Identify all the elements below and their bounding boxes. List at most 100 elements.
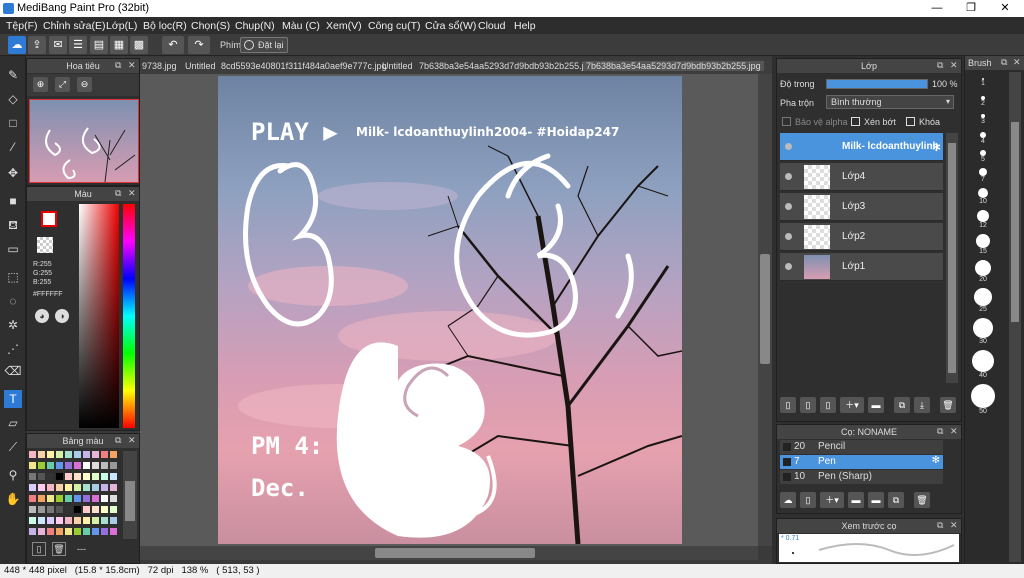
color-saturation-box[interactable] <box>79 204 119 428</box>
menu-capture[interactable]: Chụp(N) <box>235 20 275 32</box>
tab-5[interactable]: 7b638ba3e54aa5293d7d9bdb93b2b255.jpg <box>419 61 594 71</box>
palette-swatch[interactable] <box>74 495 81 502</box>
palette-swatch[interactable] <box>92 473 99 480</box>
palette-swatch[interactable] <box>110 506 117 513</box>
palette-swatch[interactable] <box>65 473 72 480</box>
menu-select[interactable]: Chọn(S) <box>191 20 230 32</box>
palette-swatch[interactable] <box>74 506 81 513</box>
palette-swatch[interactable] <box>38 506 45 513</box>
brush-size-option[interactable]: 1 <box>968 78 998 87</box>
divide-tool-icon[interactable]: ⟋ <box>4 438 22 456</box>
palette-swatch[interactable] <box>83 517 90 524</box>
duplicate-brush-icon[interactable]: ⧉ <box>888 492 904 508</box>
grid-icon[interactable]: ▩ <box>130 36 148 54</box>
hand-tool-icon[interactable]: ✋ <box>4 490 22 508</box>
brush-folder2-icon[interactable]: ▬ <box>868 492 884 508</box>
menu-tools[interactable]: Công cụ(T) <box>368 20 421 32</box>
zoom-in-icon[interactable]: ⊕ <box>33 77 48 92</box>
palette-swatch[interactable] <box>56 484 63 491</box>
palette-swatch[interactable] <box>74 473 81 480</box>
palette-swatch[interactable] <box>92 506 99 513</box>
cloud-icon[interactable]: ☁ <box>8 36 26 54</box>
palette-swatch[interactable] <box>29 517 36 524</box>
new-brush-icon[interactable]: ▯ <box>800 492 816 508</box>
brush-size-option[interactable]: 15 <box>968 234 998 255</box>
brush-cloud-icon[interactable]: ☁ <box>780 492 796 508</box>
palette-swatch[interactable] <box>101 495 108 502</box>
menu-file[interactable]: Tệp(F) <box>6 20 38 32</box>
brush-size-option[interactable]: 20 <box>968 260 998 283</box>
gear-icon[interactable]: ✻ <box>932 455 940 466</box>
palette-swatch[interactable] <box>47 528 54 535</box>
palette-swatch[interactable] <box>74 484 81 491</box>
reset-button[interactable]: Đặt lại <box>240 37 288 53</box>
layer-scroll-thumb[interactable] <box>948 143 956 373</box>
palette-swatch[interactable] <box>38 517 45 524</box>
brush-undock-icon[interactable]: ⧉ <box>937 426 943 437</box>
hue-slider[interactable] <box>123 204 135 428</box>
opacity-slider[interactable] <box>826 79 928 89</box>
layer-row[interactable]: Lớp3 <box>780 193 943 221</box>
palette-swatch[interactable] <box>83 528 90 535</box>
add-brush-menu-icon[interactable]: ＋▾ <box>820 492 844 508</box>
palette-swatch[interactable] <box>47 451 54 458</box>
tab-3[interactable]: 8cd5593e40801f311f484a0aef9e777c.jpg <box>221 61 387 71</box>
close-button[interactable]: ✕ <box>988 0 1022 17</box>
artwork-canvas[interactable]: PLAY ▶ Milk- lcdoanthuylinh2004- #Hoidap… <box>218 76 682 544</box>
visibility-icon[interactable] <box>785 173 792 180</box>
main-color-swatch[interactable] <box>41 211 57 227</box>
palette-swatch[interactable] <box>56 517 63 524</box>
preview-undock-icon[interactable]: ⧉ <box>937 520 943 531</box>
tab-2[interactable]: Untitled <box>185 61 216 71</box>
brush-size-option[interactable]: 25 <box>968 288 998 313</box>
gradient-tool-icon[interactable]: ▭ <box>4 240 22 258</box>
document-icon[interactable]: ▤ <box>90 36 108 54</box>
chat-icon[interactable]: ☰ <box>69 36 87 54</box>
preview-close-icon[interactable]: ✕ <box>950 520 958 531</box>
magic-wand-icon[interactable]: ✲ <box>4 316 22 334</box>
brush-size-option[interactable]: 30 <box>968 318 998 345</box>
undo-icon[interactable]: ↶ <box>162 36 184 54</box>
palette-swatch[interactable] <box>56 506 63 513</box>
size-undock-icon[interactable]: ⧉ <box>1001 57 1007 68</box>
palette-swatch[interactable] <box>65 528 72 535</box>
palette-swatch[interactable] <box>83 506 90 513</box>
visibility-icon[interactable] <box>785 143 792 150</box>
palette-swatch[interactable] <box>83 484 90 491</box>
brush-size-option[interactable]: 2 <box>968 96 998 107</box>
palette-swatch[interactable] <box>101 517 108 524</box>
palette-icon[interactable]: ◕ <box>35 309 49 323</box>
menu-filter[interactable]: Bộ lọc(R) <box>143 20 187 32</box>
new-layer-icon[interactable]: ▯ <box>780 397 796 413</box>
share-icon[interactable]: ⇪ <box>28 36 46 54</box>
layer-row[interactable]: Lớp4 <box>780 163 943 191</box>
zoom-out-icon[interactable]: ⊖ <box>77 77 92 92</box>
palette-swatch[interactable] <box>56 451 63 458</box>
brush-row-selected[interactable]: 7 Pen ✻ <box>780 455 943 469</box>
visibility-icon[interactable] <box>785 203 792 210</box>
frame-tool-icon[interactable]: ▱ <box>4 414 22 432</box>
menu-cloud[interactable]: Cloud <box>478 20 505 32</box>
palette-swatch[interactable] <box>92 462 99 469</box>
palette-undock-icon[interactable]: ⧉ <box>115 435 121 446</box>
palette-swatch[interactable] <box>110 473 117 480</box>
visibility-icon[interactable] <box>785 233 792 240</box>
palette-swatch[interactable] <box>38 462 45 469</box>
palette-swatch[interactable] <box>110 451 117 458</box>
folder-icon[interactable]: ▬ <box>868 397 884 413</box>
palette-swatch[interactable] <box>101 506 108 513</box>
size-close-icon[interactable]: ✕ <box>1013 57 1021 68</box>
panel-undock-icon[interactable]: ⧉ <box>115 60 121 71</box>
horizontal-scrollbar[interactable] <box>140 546 758 560</box>
palette-swatch[interactable] <box>110 462 117 469</box>
move-tool-icon[interactable]: ✥ <box>4 164 22 182</box>
palette-swatch[interactable] <box>47 484 54 491</box>
palette-swatch[interactable] <box>74 528 81 535</box>
v-scroll-thumb[interactable] <box>760 254 770 364</box>
palette-swatch[interactable] <box>110 484 117 491</box>
delete-layer-icon[interactable]: 🗑 <box>940 397 956 413</box>
palette-swatch[interactable] <box>65 462 72 469</box>
select-tool-icon[interactable]: ⬚ <box>4 268 22 286</box>
palette-swatch[interactable] <box>83 451 90 458</box>
palette-swatch[interactable] <box>83 462 90 469</box>
